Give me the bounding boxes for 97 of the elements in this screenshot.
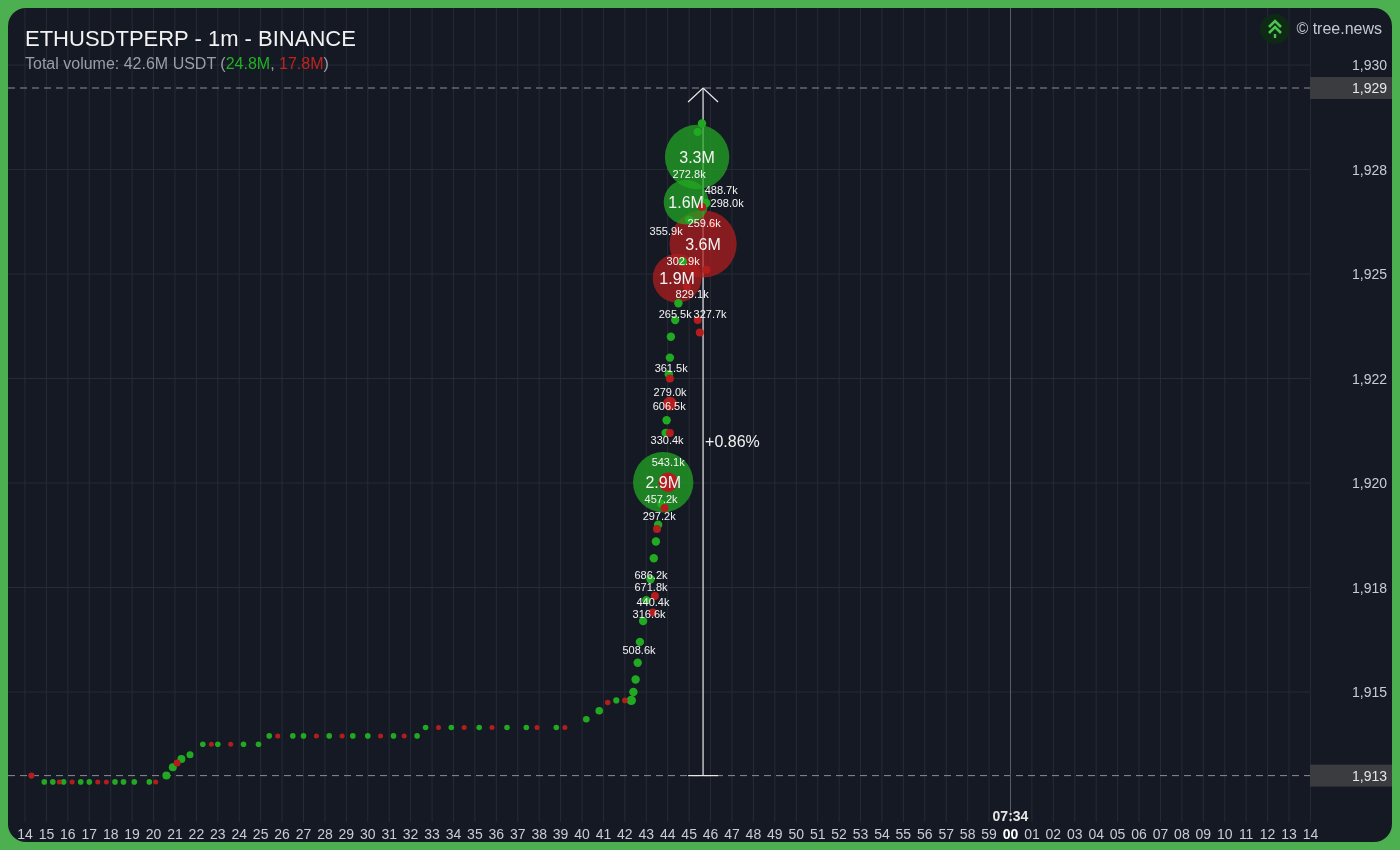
volume-label: 272.8k (672, 167, 706, 180)
time-axis-label: 00 (1002, 826, 1019, 842)
time-axis-label: 14 (17, 826, 33, 842)
time-axis-label: 31 (381, 826, 397, 842)
volume-label: 488.7k (704, 184, 738, 196)
volume-label: 686.2k (634, 568, 668, 581)
price-axis-label: 1,918 (1351, 579, 1387, 596)
time-axis-label: 30 (360, 826, 376, 842)
time-axis-label: 13 (1281, 826, 1297, 842)
volume-label: 259.6k (687, 216, 721, 229)
volume-label: 361.5k (654, 362, 688, 375)
time-axis-label: 10 (1216, 826, 1233, 842)
time-axis-label: 49 (767, 826, 783, 842)
price-axis-label: 1,915 (1351, 684, 1387, 700)
time-axis-label: 33 (424, 826, 440, 842)
volume-label: 508.6k (622, 644, 656, 657)
chart-title: ETHUSDTPERP - 1m - BINANCE (25, 25, 356, 53)
price-tag: 1,929 (1310, 77, 1392, 99)
time-axis-label: 35 (467, 826, 483, 842)
time-axis-label: 27 (295, 826, 312, 842)
volume-label: 457.2k (644, 493, 678, 506)
time-axis-label: 36 (488, 826, 505, 842)
time-axis-label: 11 (1238, 826, 1254, 842)
time-axis-label: 32 (402, 826, 419, 842)
time-axis-label: 06 (1131, 826, 1147, 842)
time-axis-label: 37 (509, 826, 526, 842)
time-axis-label: 47 (724, 826, 740, 842)
time-axis-label: 46 (702, 826, 719, 842)
time-axis-label: 04 (1088, 826, 1104, 842)
time-axis-label: 56 (917, 826, 933, 842)
time-axis-label: 26 (274, 826, 290, 842)
time-axis-label: 22 (188, 826, 205, 842)
time-axis-label: 58 (959, 826, 976, 842)
volume-label: 1.9M (659, 270, 695, 288)
volume-label: 279.0k (653, 385, 687, 398)
time-axis-label: 55 (895, 826, 912, 842)
time-axis-label: 05 (1109, 826, 1126, 842)
time-axis-label: 17 (81, 826, 98, 842)
time-axis-label: 50 (788, 826, 805, 842)
time-axis-label: 51 (809, 826, 826, 842)
volume-label: 671.8k (634, 581, 668, 594)
tree-logo-icon (1260, 14, 1291, 44)
volume-label: 265.5k (658, 308, 692, 321)
time-axis-label: 21 (167, 826, 183, 842)
change-label: +0.86% (705, 433, 760, 451)
volume-label: 1.6M (668, 194, 704, 212)
volume-label: 440.4k (636, 595, 670, 608)
time-axis-label: 43 (638, 826, 655, 842)
volume-label: 543.1k (651, 456, 685, 469)
time-axis-label: 44 (659, 826, 676, 842)
time-axis-label: 39 (552, 826, 569, 842)
time-axis-label: 57 (938, 826, 954, 842)
time-axis-label: 19 (124, 826, 140, 842)
volume-label: 297.2k (642, 510, 676, 523)
time-axis-label: 18 (102, 826, 119, 842)
time-axis-label: 40 (574, 826, 590, 842)
time-axis-label: 29 (338, 826, 355, 842)
time-axis-label: 42 (617, 826, 633, 842)
time-axis-label: 53 (852, 826, 869, 842)
volume-label: 330.4k (650, 433, 684, 446)
volume-label: 298.0k (710, 197, 744, 210)
time-axis-label: 14 (1302, 826, 1319, 842)
total-volume-text: Total volume: 42.6M USDT (24.8M, 17.8M) (25, 54, 330, 74)
time-axis-label: 34 (445, 826, 462, 842)
volume-label: 3.3M (679, 149, 715, 166)
price-axis-label: 1,920 (1351, 475, 1387, 491)
time-axis-label: 08 (1174, 826, 1190, 842)
time-axis-label: 12 (1259, 826, 1276, 842)
time-axis-label: 25 (252, 826, 269, 842)
volume-label: 355.9k (649, 224, 683, 237)
time-axis-label: 15 (38, 826, 55, 842)
time-axis-label: 28 (317, 826, 333, 842)
time-axis-label: 52 (831, 826, 847, 842)
time-label: 07:34 (992, 808, 1029, 824)
price-axis-label: 1,930 (1351, 57, 1387, 73)
time-axis-label: 01 (1024, 826, 1040, 842)
time-axis-label: 48 (745, 826, 762, 842)
time-axis-label: 09 (1195, 826, 1212, 842)
time-axis-label: 03 (1067, 826, 1083, 842)
time-axis-label: 16 (60, 826, 76, 842)
time-axis-label: 07 (1152, 826, 1169, 842)
time-axis-label: 23 (210, 826, 226, 842)
price-tag: 1,913 (1310, 764, 1392, 787)
price-axis-label: 1,928 (1351, 161, 1387, 178)
volume-label: 3.6M (685, 235, 721, 253)
time-axis-label: 54 (874, 826, 890, 842)
time-axis-label: 20 (145, 826, 162, 842)
price-axis-label: 1,925 (1351, 266, 1387, 282)
price-axis-label: 1,922 (1351, 370, 1387, 387)
volume-label: 316.6k (632, 608, 666, 620)
time-axis-label: 59 (981, 826, 997, 842)
time-axis-label: 38 (531, 826, 547, 842)
brand-text: © tree.news (1296, 19, 1382, 39)
time-axis-label: 24 (231, 826, 247, 842)
time-axis-label: 02 (1045, 826, 1062, 842)
time-axis-label: 45 (681, 826, 697, 842)
time-axis-label: 41 (595, 826, 612, 842)
